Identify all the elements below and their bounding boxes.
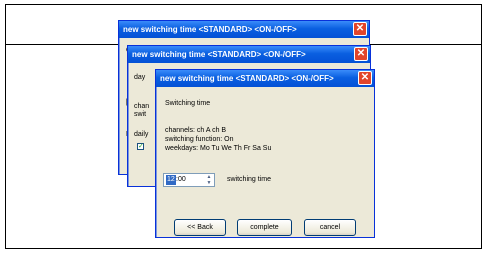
back-window-2-title: new switching time <STANDARD> <ON-/OFF> bbox=[132, 50, 306, 59]
time-minute-field[interactable]: :00 bbox=[176, 174, 186, 186]
back-button[interactable]: << Back bbox=[174, 219, 226, 236]
spinner-down-icon[interactable]: ▼ bbox=[204, 180, 214, 186]
back-window-2-fragment: day bbox=[134, 74, 146, 81]
checkbox-checked[interactable]: ✓ bbox=[137, 143, 144, 150]
dialog-titlebar[interactable]: new switching time <STANDARD> <ON-/OFF> … bbox=[156, 70, 374, 87]
weekdays-text: weekdays: Mo Tu We Th Fr Sa Su bbox=[165, 145, 272, 152]
complete-button[interactable]: complete bbox=[237, 219, 292, 236]
time-label: switching time bbox=[227, 176, 271, 183]
back-window-2-fragment: chan bbox=[134, 103, 150, 110]
dialog-title: new switching time <STANDARD> <ON-/OFF> bbox=[160, 74, 334, 83]
dialog-heading: Switching time bbox=[165, 100, 211, 107]
cancel-button[interactable]: cancel bbox=[304, 219, 356, 236]
close-icon[interactable]: ✕ bbox=[358, 71, 372, 85]
time-hour-field[interactable]: 12 bbox=[166, 175, 176, 185]
back-window-2-fragment: daily bbox=[134, 131, 149, 138]
back-window-2-fragment: swit bbox=[134, 111, 147, 118]
back-window-1-titlebar[interactable]: new switching time <STANDARD> <ON-/OFF> … bbox=[119, 21, 369, 38]
switching-function-text: switching function: On bbox=[165, 136, 234, 143]
dialog-content: Switching time channels: ch A ch B switc… bbox=[156, 87, 374, 237]
back-window-2-titlebar[interactable]: new switching time <STANDARD> <ON-/OFF> … bbox=[128, 46, 370, 63]
close-icon[interactable]: ✕ bbox=[353, 22, 367, 36]
channels-text: channels: ch A ch B bbox=[165, 127, 227, 134]
close-icon[interactable]: ✕ bbox=[354, 47, 368, 61]
spinner-arrows[interactable]: ▲ ▼ bbox=[204, 174, 214, 186]
back-window-1-title: new switching time <STANDARD> <ON-/OFF> bbox=[123, 25, 297, 34]
time-spinner[interactable]: 12 :00 ▲ ▼ bbox=[163, 173, 215, 187]
switching-time-dialog: new switching time <STANDARD> <ON-/OFF> … bbox=[155, 69, 375, 238]
